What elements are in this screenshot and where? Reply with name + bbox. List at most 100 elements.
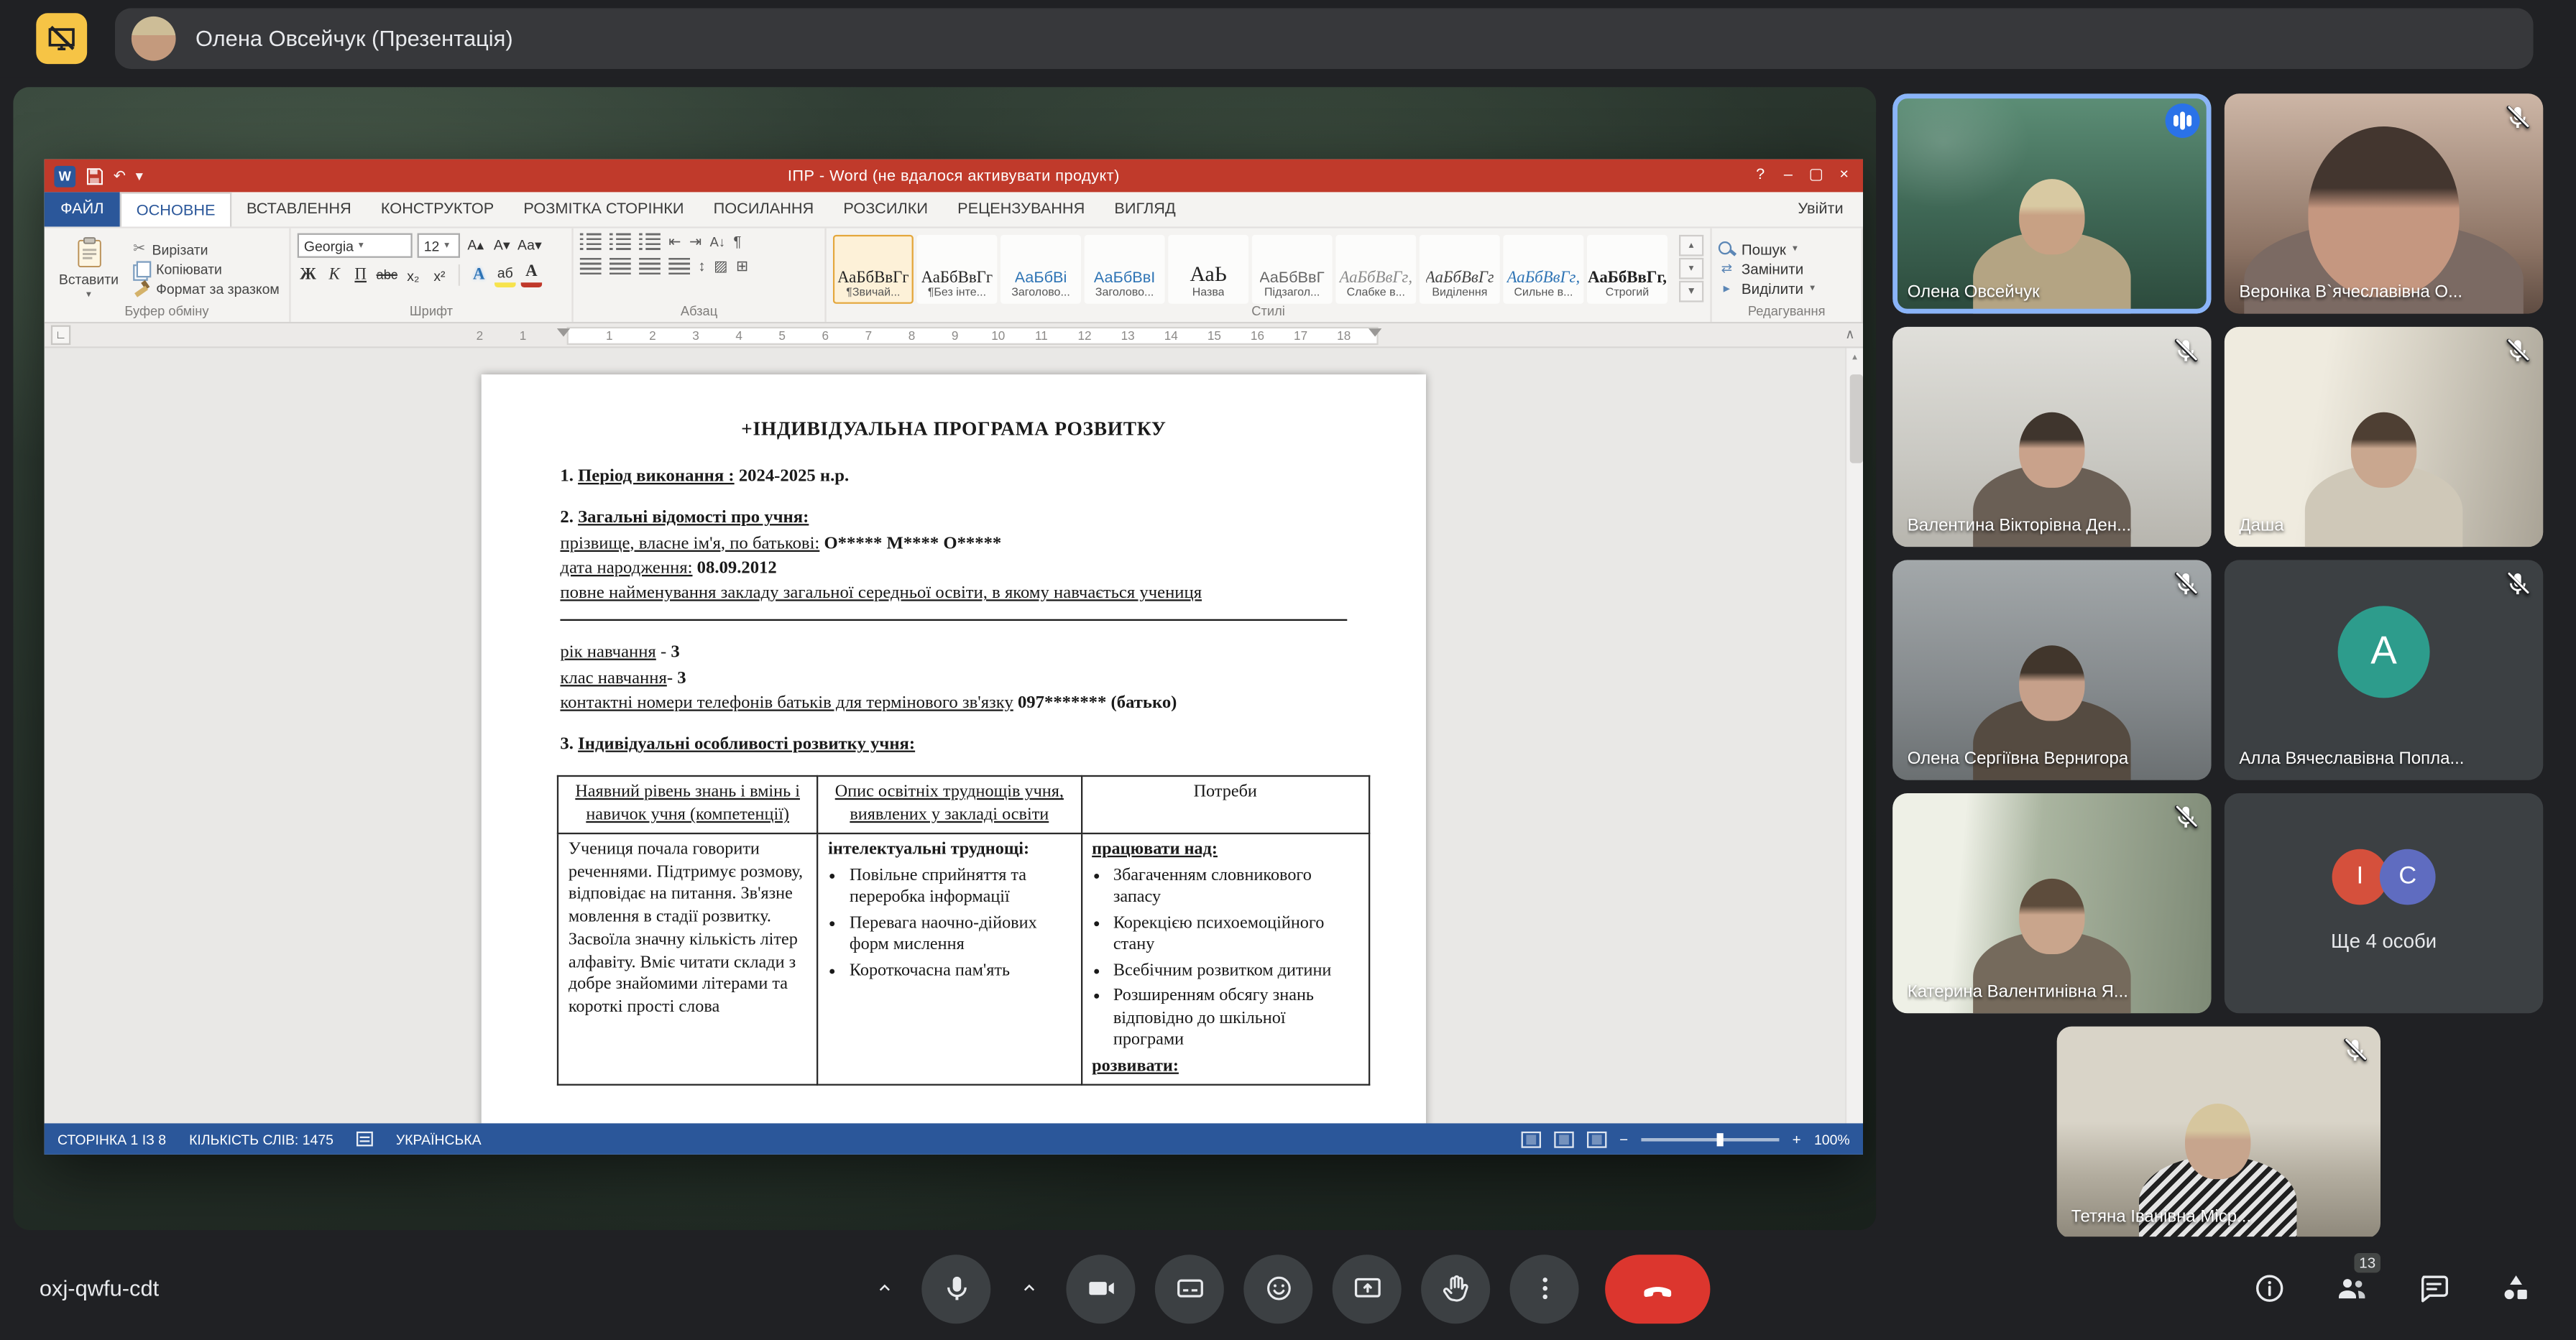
font-family-select[interactable]: Georgia▾ <box>298 234 413 258</box>
proofing-icon[interactable] <box>356 1132 373 1147</box>
zoom-slider-thumb[interactable] <box>1717 1132 1724 1145</box>
presenter-pill[interactable]: Олена Овсейчук (Презентація) <box>115 8 2534 69</box>
cut-button[interactable]: ✂Вирізати <box>133 240 280 258</box>
close-button[interactable]: × <box>1830 160 1858 193</box>
change-case-button[interactable]: Аа▾ <box>518 234 542 258</box>
numbered-list-icon[interactable] <box>610 234 631 251</box>
style-item[interactable]: АаБбВвГг,Сильне в... <box>1503 235 1583 304</box>
participant-tile[interactable]: Валентина Вікторівна Ден... <box>1892 327 2211 547</box>
minimize-button[interactable]: – <box>1775 160 1803 193</box>
participant-tile[interactable]: Тетяна Іванівна Міср... <box>2056 1027 2380 1239</box>
multilevel-list-icon[interactable] <box>639 234 661 251</box>
zoom-level[interactable]: 100% <box>1814 1131 1850 1147</box>
ribbon-tab[interactable]: РЕЦЕНЗУВАННЯ <box>943 192 1100 226</box>
style-item[interactable]: АаБбВіЗаголово... <box>1000 235 1081 304</box>
zoom-slider[interactable] <box>1641 1137 1779 1141</box>
chat-button[interactable] <box>2415 1270 2451 1306</box>
strikethrough-button[interactable]: abc <box>376 263 397 287</box>
left-indent-marker[interactable] <box>557 328 570 336</box>
participant-tile[interactable]: Вероніка В`ячеславівна О... <box>2225 93 2543 313</box>
mic-button[interactable] <box>921 1254 990 1323</box>
end-call-button[interactable] <box>1605 1254 1710 1323</box>
font-size-select[interactable]: 12▾ <box>418 234 460 258</box>
presentation-chip[interactable] <box>36 13 87 64</box>
style-item[interactable]: АаБбВвГг,Строгий <box>1587 235 1668 304</box>
help-button[interactable]: ? <box>1747 160 1775 193</box>
web-layout-icon[interactable] <box>1586 1131 1606 1147</box>
style-item[interactable]: АаБбВвГг¶Звичай... <box>833 235 914 304</box>
people-button[interactable]: 13 <box>2333 1270 2369 1306</box>
gallery-scroll-down[interactable]: ▾ <box>1679 258 1703 279</box>
italic-button[interactable]: К <box>323 263 345 287</box>
highlight-color-button[interactable]: аб <box>494 263 516 287</box>
superscript-button[interactable]: х² <box>429 263 451 287</box>
collapse-ribbon-icon[interactable]: ∧ <box>1845 327 1854 342</box>
tab-file[interactable]: ФАЙЛ <box>45 192 120 226</box>
shrink-font-button[interactable]: А▾ <box>491 234 512 258</box>
copy-button[interactable]: Копіювати <box>133 261 280 277</box>
style-item[interactable]: АаБбВвІЗаголово... <box>1085 235 1165 304</box>
format-painter-button[interactable]: Формат за зразком <box>133 281 280 297</box>
participant-tile[interactable]: Даша <box>2225 327 2543 547</box>
select-button[interactable]: ▸Виділити▾ <box>1719 280 1855 297</box>
info-button[interactable] <box>2250 1270 2286 1306</box>
font-color-button[interactable]: А <box>521 263 543 287</box>
captions-button[interactable] <box>1155 1254 1224 1323</box>
language-indicator[interactable]: УКРАЇНСЬКА <box>396 1131 482 1147</box>
underline-button[interactable]: П <box>350 263 372 287</box>
horizontal-ruler[interactable]: ∟ 21123456789101112131415161718 ∧ <box>45 323 1863 348</box>
tab-selector[interactable]: ∟ <box>51 325 70 345</box>
replace-button[interactable]: ⇄Замінити <box>1719 260 1855 277</box>
text-effects-button[interactable]: А <box>468 263 489 287</box>
bold-button[interactable]: Ж <box>298 263 319 287</box>
style-item[interactable]: АаЬНазва <box>1168 235 1248 304</box>
participant-tile[interactable]: ААлла Вячеславівна Попла... <box>2225 560 2543 780</box>
sign-in-link[interactable]: Увійти <box>1798 192 1863 226</box>
document-page[interactable]: +ІНДИВІДУАЛЬНА ПРОГРАМА РОЗВИТКУ 1. Пері… <box>482 374 1426 1123</box>
present-button[interactable] <box>1333 1254 1402 1323</box>
document-canvas[interactable]: +ІНДИВІДУАЛЬНА ПРОГРАМА РОЗВИТКУ 1. Пері… <box>45 348 1863 1124</box>
more-options-button[interactable] <box>1510 1254 1579 1323</box>
find-button[interactable]: Пошук▾ <box>1719 241 1855 257</box>
ribbon-tab[interactable]: КОНСТРУКТОР <box>366 192 508 226</box>
zoom-in-button[interactable]: + <box>1793 1131 1801 1147</box>
reactions-button[interactable] <box>1243 1254 1312 1323</box>
shading-icon[interactable]: ▨ <box>714 258 727 276</box>
zoom-out-button[interactable]: − <box>1619 1131 1628 1147</box>
bullet-list-icon[interactable] <box>580 234 602 251</box>
gallery-scroll-up[interactable]: ▴ <box>1679 235 1703 257</box>
style-item[interactable]: АаБбВвГг¶Без інте... <box>916 235 997 304</box>
camera-options-button[interactable] <box>1011 1254 1046 1323</box>
align-left-icon[interactable] <box>580 258 602 276</box>
scrollbar-thumb[interactable] <box>1849 374 1862 463</box>
print-layout-icon[interactable] <box>1554 1131 1573 1147</box>
read-mode-icon[interactable] <box>1521 1131 1540 1147</box>
ribbon-tab[interactable]: ВИГЛЯД <box>1100 192 1190 226</box>
gallery-more-button[interactable]: ▼ <box>1679 281 1703 302</box>
grow-font-button[interactable]: А▴ <box>465 234 487 258</box>
right-indent-marker[interactable] <box>1368 328 1381 336</box>
participant-tile[interactable]: ІСЩе 4 особи <box>2225 793 2543 1013</box>
ribbon-tab[interactable]: ПОСИЛАННЯ <box>699 192 829 226</box>
participant-tile[interactable]: Олена Сергіївна Вернигора <box>1892 560 2211 780</box>
subscript-button[interactable]: х₂ <box>402 263 424 287</box>
ribbon-tab[interactable]: РОЗСИЛКИ <box>829 192 943 226</box>
sort-icon[interactable]: А↓ <box>710 234 725 251</box>
scrollbar-up-icon[interactable]: ▴ <box>1846 348 1863 368</box>
style-item[interactable]: АаБбВвГгВиділення <box>1420 235 1500 304</box>
participant-tile[interactable]: Катерина Валентинівна Я... <box>1892 793 2211 1013</box>
align-right-icon[interactable] <box>639 258 661 276</box>
mic-options-button[interactable] <box>866 1254 902 1323</box>
borders-icon[interactable]: ⊞ <box>736 258 748 276</box>
align-center-icon[interactable] <box>610 258 631 276</box>
camera-button[interactable] <box>1066 1254 1135 1323</box>
vertical-scrollbar[interactable]: ▴ <box>1845 348 1863 1124</box>
page-indicator[interactable]: СТОРІНКА 1 ІЗ 8 <box>58 1131 166 1147</box>
paste-button[interactable]: Вставити ▾ <box>51 234 126 304</box>
activities-button[interactable] <box>2497 1270 2533 1306</box>
word-count[interactable]: КІЛЬКІСТЬ СЛІВ: 1475 <box>189 1131 334 1147</box>
raise-hand-button[interactable] <box>1421 1254 1490 1323</box>
indent-icon[interactable]: ⇥ <box>689 234 702 251</box>
outdent-icon[interactable]: ⇤ <box>668 234 681 251</box>
line-spacing-icon[interactable]: ↕ <box>698 258 705 276</box>
